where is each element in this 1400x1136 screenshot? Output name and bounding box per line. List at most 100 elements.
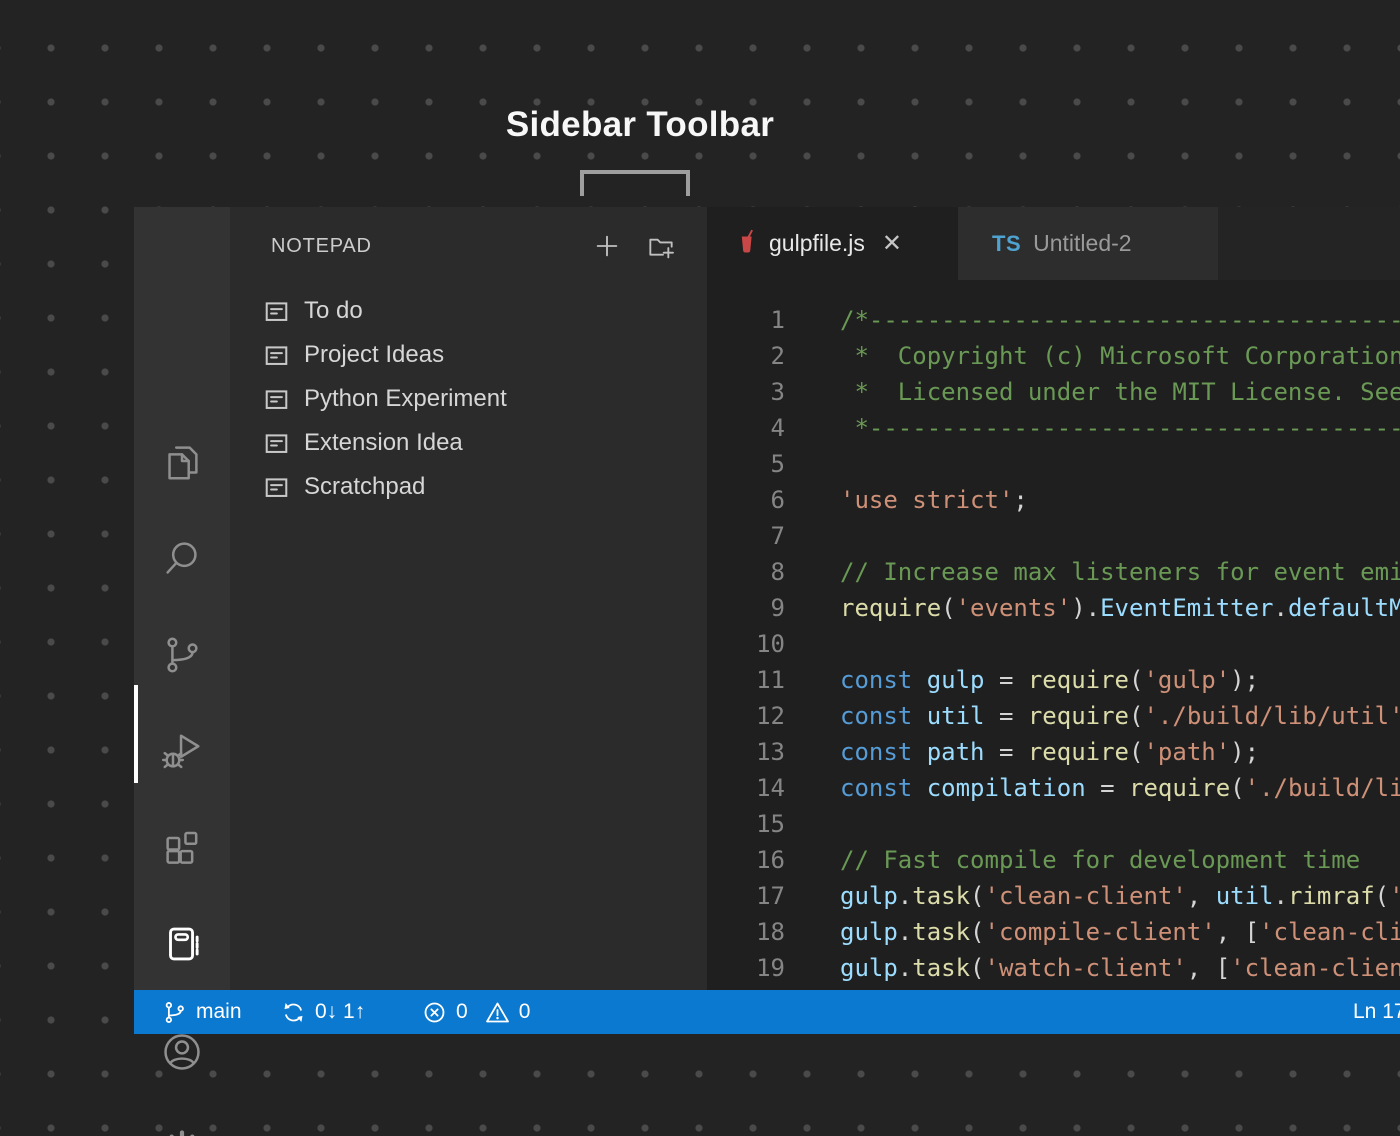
new-folder-button[interactable] [644, 229, 678, 263]
sidebar-item-label: To do [304, 297, 363, 325]
debug-icon [159, 729, 205, 775]
active-item-indicator [134, 685, 138, 783]
warning-count: 0 [519, 1000, 531, 1024]
warning-icon [484, 999, 511, 1026]
line-number: 19 [707, 950, 785, 986]
files-icon [159, 439, 205, 485]
line-number: 14 [707, 770, 785, 806]
code-line: 19gulp.task('watch-client', ['clean-clie… [707, 950, 1400, 986]
line-number: 11 [707, 662, 785, 698]
code-line: 2 * Copyright (c) Microsoft Corporation [707, 338, 1400, 374]
line-number: 6 [707, 482, 785, 518]
annotation-bracket [580, 170, 690, 196]
close-icon[interactable]: ✕ [882, 232, 902, 256]
tab-gulpfile[interactable]: gulpfile.js ✕ [707, 207, 958, 280]
activity-item-notepad[interactable] [159, 921, 205, 967]
notepad-icon [159, 921, 205, 967]
sidebar-item[interactable]: Project Ideas [230, 333, 707, 377]
screenshot-root: { "annotation": { "title": "Sidebar Tool… [0, 0, 1400, 1136]
code-line: 3 * Licensed under the MIT License. See [707, 374, 1400, 410]
line-number: 17 [707, 878, 785, 914]
tab-bar: gulpfile.js ✕ TS Untitled-2 [707, 207, 1400, 280]
note-icon [263, 474, 290, 501]
sync-status[interactable]: 0↓ 1↑ [280, 990, 365, 1034]
line-number: 13 [707, 734, 785, 770]
sidebar-item[interactable]: To do [230, 289, 707, 333]
code-line: 14const compilation = require('./build/l… [707, 770, 1400, 806]
plus-icon [591, 230, 623, 262]
error-icon [421, 999, 448, 1026]
line-number: 3 [707, 374, 785, 410]
code-line: 16// Fast compile for development time [707, 842, 1400, 878]
code-line: 18gulp.task('compile-client', ['clean-cl… [707, 914, 1400, 950]
cursor-position[interactable]: Ln 17 [1353, 990, 1400, 1034]
code-line: 7 [707, 518, 1400, 554]
code-line: 1/*-------------------------------------… [707, 302, 1400, 338]
line-number: 1 [707, 302, 785, 338]
line-number: 2 [707, 338, 785, 374]
source-control-icon [159, 632, 205, 678]
sidebar: NOTEPAD To do Project Ideas Python E [230, 207, 707, 990]
code-line: 5 [707, 446, 1400, 482]
line-number: 12 [707, 698, 785, 734]
gear-icon [159, 1124, 205, 1136]
code-line: 9require('events').EventEmitter.defaultM… [707, 590, 1400, 626]
sidebar-title: NOTEPAD [271, 235, 372, 258]
new-folder-icon [645, 230, 677, 262]
sidebar-item[interactable]: Python Experiment [230, 377, 707, 421]
editor-code[interactable]: 1/*-------------------------------------… [707, 280, 1400, 990]
new-note-button[interactable] [590, 229, 624, 263]
code-line: 17gulp.task('clean-client', util.rimraf(… [707, 878, 1400, 914]
sidebar-item[interactable]: Scratchpad [230, 465, 707, 509]
line-number: 5 [707, 446, 785, 482]
typescript-icon: TS [992, 231, 1021, 257]
activity-item-search[interactable] [159, 536, 205, 582]
activity-item-source-control[interactable] [159, 632, 205, 678]
cursor-position-label: Ln 17 [1353, 1000, 1400, 1024]
sidebar-item-label: Scratchpad [304, 473, 425, 501]
branch-name: main [196, 1000, 242, 1024]
line-number: 10 [707, 626, 785, 662]
line-number: 18 [707, 914, 785, 950]
sync-counts: 0↓ 1↑ [315, 1000, 365, 1024]
sync-icon [280, 999, 307, 1026]
activity-item-explorer[interactable] [159, 439, 205, 485]
error-count: 0 [456, 1000, 468, 1024]
git-branch-icon [161, 999, 188, 1026]
code-line: 4 *-------------------------------------… [707, 410, 1400, 446]
note-list: To do Project Ideas Python Experiment Ex… [230, 289, 707, 509]
extensions-icon [159, 825, 205, 871]
note-icon [263, 430, 290, 457]
code-line: 10 [707, 626, 1400, 662]
tab-untitled-2[interactable]: TS Untitled-2 [958, 207, 1218, 280]
status-bar: main 0↓ 1↑ 0 0 Ln 1 [134, 990, 1400, 1034]
line-number: 16 [707, 842, 785, 878]
code-line: 8// Increase max listeners for event emi… [707, 554, 1400, 590]
gulp-icon [736, 229, 756, 259]
sidebar-item[interactable]: Extension Idea [230, 421, 707, 465]
tab-label: gulpfile.js [769, 230, 865, 257]
page-title: Sidebar Toolbar [380, 105, 900, 145]
account-icon [159, 1029, 205, 1075]
activity-item-extensions[interactable] [159, 825, 205, 871]
code-line: 15 [707, 806, 1400, 842]
problems-status[interactable]: 0 0 [421, 990, 530, 1034]
code-line: 12const util = require('./build/lib/util… [707, 698, 1400, 734]
code-line: 13const path = require('path'); [707, 734, 1400, 770]
sidebar-item-label: Python Experiment [304, 385, 507, 413]
tab-label: Untitled-2 [1033, 230, 1131, 257]
line-number: 15 [707, 806, 785, 842]
activity-item-run-debug[interactable] [159, 729, 205, 775]
sidebar-item-label: Extension Idea [304, 429, 463, 457]
line-number: 8 [707, 554, 785, 590]
code-line: 6'use strict'; [707, 482, 1400, 518]
branch-status[interactable]: main [161, 990, 242, 1034]
note-icon [263, 386, 290, 413]
activity-item-accounts[interactable] [159, 1029, 205, 1075]
search-icon [159, 536, 205, 582]
activity-bar [134, 207, 230, 990]
activity-item-settings[interactable] [159, 1124, 205, 1136]
line-number: 4 [707, 410, 785, 446]
note-icon [263, 298, 290, 325]
line-number: 9 [707, 590, 785, 626]
